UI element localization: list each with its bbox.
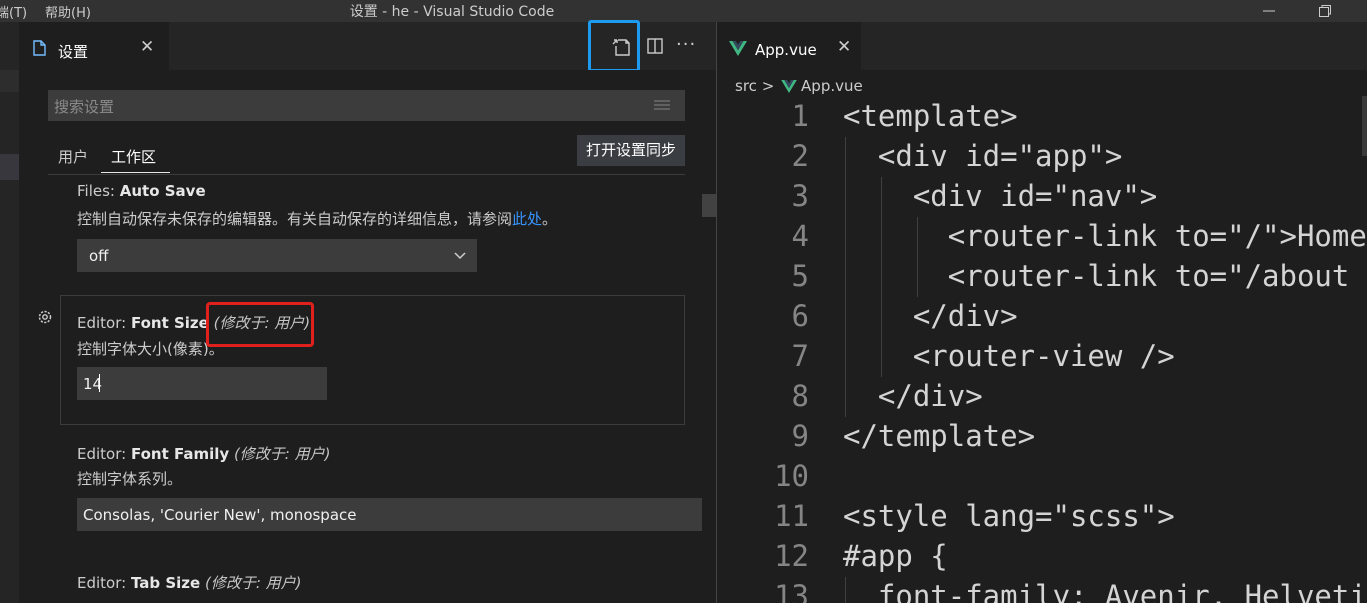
scope-tab-user[interactable]: 用户 bbox=[58, 146, 88, 167]
highlight-box-blue bbox=[588, 20, 640, 72]
breadcrumb-separator: > bbox=[761, 77, 775, 95]
text-cursor bbox=[99, 374, 100, 392]
code-line: 8 </div> bbox=[717, 377, 1367, 417]
restore-button[interactable] bbox=[1302, 0, 1348, 22]
vertical-scrollbar[interactable] bbox=[1362, 96, 1367, 156]
line-number: 8 bbox=[791, 379, 809, 413]
scrollbar-thumb[interactable] bbox=[702, 194, 716, 217]
gear-icon[interactable] bbox=[36, 308, 54, 326]
code-line: 1 <template> bbox=[717, 97, 1367, 137]
more-actions-icon[interactable]: ··· bbox=[676, 34, 696, 55]
code-editor-group: App.vue ✕ src > App.vue 1 <template> 2 <d… bbox=[717, 22, 1367, 603]
open-settings-sync-button[interactable]: 打开设置同步 bbox=[577, 135, 685, 166]
line-number: 9 bbox=[791, 419, 809, 453]
line-number: 6 bbox=[791, 299, 809, 333]
tab-settings-label: 设置 bbox=[58, 43, 89, 61]
chevron-down-icon bbox=[454, 252, 466, 260]
split-editor-icon bbox=[647, 38, 663, 54]
setting-title-font-family: Editor: Font Family (修改于: 用户) bbox=[77, 445, 331, 463]
code-line: 5 <router-link to="/about bbox=[717, 257, 1367, 297]
line-number: 12 bbox=[774, 539, 809, 573]
font-family-input[interactable]: Consolas, 'Courier New', monospace bbox=[77, 498, 702, 531]
line-text: </template> bbox=[843, 419, 1036, 453]
code-line: 11 <style lang="scss"> bbox=[717, 497, 1367, 537]
restore-icon bbox=[1319, 5, 1331, 17]
sidebar-strip bbox=[0, 22, 19, 603]
setting-desc-font-size: 控制字体大小(像素)。 bbox=[77, 340, 224, 358]
breadcrumb-folder[interactable]: src bbox=[735, 77, 757, 95]
line-text: <style lang="scss"> bbox=[843, 499, 1175, 533]
code-line: 13 font-family: Avenir, Helvetica bbox=[717, 577, 1367, 603]
line-text: </div> bbox=[843, 379, 983, 413]
code-line: 2 <div id="app"> bbox=[717, 137, 1367, 177]
line-number: 5 bbox=[791, 259, 809, 293]
setting-title-tab-size: Editor: Tab Size (修改于: 用户) bbox=[77, 574, 302, 592]
code-line: 3 <div id="nav"> bbox=[717, 177, 1367, 217]
vue-logo-icon bbox=[729, 41, 747, 56]
code-line: 6 </div> bbox=[717, 297, 1367, 337]
setting-title-auto-save: Files: Auto Save bbox=[77, 182, 206, 198]
close-icon[interactable]: ✕ bbox=[837, 37, 851, 57]
line-number: 4 bbox=[791, 219, 809, 253]
line-number: 10 bbox=[774, 459, 809, 493]
scope-divider bbox=[48, 174, 685, 175]
line-text: <router-view /> bbox=[843, 339, 1175, 373]
split-editor-button[interactable] bbox=[641, 32, 669, 60]
tab-bar: 设置 ✕ ··· bbox=[19, 20, 716, 72]
scope-active-underline bbox=[101, 172, 170, 173]
line-number: 1 bbox=[791, 99, 809, 133]
line-text: <router-link to="/about bbox=[843, 259, 1350, 293]
window-title: 设置 - he - Visual Studio Code bbox=[349, 4, 555, 20]
title-bar: 端(T) 帮助(H) 设置 - he - Visual Studio Code bbox=[0, 0, 1367, 22]
setting-desc-font-family: 控制字体系列。 bbox=[77, 470, 183, 488]
modified-indicator[interactable]: (修改于: 用户) bbox=[234, 445, 331, 463]
clear-filter-icon[interactable] bbox=[653, 99, 671, 113]
line-text: <template> bbox=[843, 99, 1018, 133]
tab-app-vue-label: App.vue bbox=[755, 41, 817, 59]
tab-bar-right: App.vue ✕ bbox=[717, 22, 1367, 70]
line-number: 7 bbox=[791, 339, 809, 373]
tab-app-vue[interactable]: App.vue ✕ bbox=[717, 22, 861, 70]
search-placeholder: 搜索设置 bbox=[54, 98, 115, 116]
minimize-button[interactable] bbox=[1246, 0, 1292, 22]
code-line: 10 bbox=[717, 457, 1367, 497]
line-text: <router-link to="/">Home bbox=[843, 219, 1367, 253]
font-family-value: Consolas, 'Courier New', monospace bbox=[83, 506, 357, 524]
close-icon[interactable]: ✕ bbox=[140, 37, 154, 57]
file-icon bbox=[33, 40, 46, 56]
font-size-input[interactable]: 14 bbox=[77, 367, 327, 400]
minimize-icon bbox=[1263, 10, 1275, 12]
line-number: 13 bbox=[774, 579, 809, 603]
scope-tab-workspace[interactable]: 工作区 bbox=[111, 146, 156, 167]
line-number: 3 bbox=[791, 179, 809, 213]
breadcrumb: src > App.vue bbox=[735, 77, 863, 95]
tab-settings[interactable]: 设置 ✕ bbox=[19, 22, 169, 70]
code-line: 7 <router-view /> bbox=[717, 337, 1367, 377]
line-text: </div> bbox=[843, 299, 1018, 333]
settings-header: 搜索设置 用户 工作区 打开设置同步 bbox=[19, 70, 716, 192]
line-text: <div id="nav"> bbox=[843, 179, 1158, 213]
modified-indicator[interactable]: (修改于: 用户) bbox=[205, 574, 302, 592]
details-link[interactable]: 此处 bbox=[512, 210, 542, 228]
settings-search-input[interactable]: 搜索设置 bbox=[48, 90, 685, 121]
code-line: 12 #app { bbox=[717, 537, 1367, 577]
breadcrumb-file[interactable]: App.vue bbox=[801, 77, 863, 95]
line-number: 11 bbox=[774, 499, 809, 533]
line-number: 2 bbox=[791, 139, 809, 173]
vue-logo-icon bbox=[781, 80, 797, 93]
code-line: 4 <router-link to="/">Home bbox=[717, 217, 1367, 257]
settings-editor-group: 设置 ✕ ··· 搜索设置 用户 工作区 打开设置同步 Files: Auto … bbox=[19, 20, 716, 603]
sidebar-strip-selected-item[interactable] bbox=[0, 154, 19, 180]
code-line: 9 </template> bbox=[717, 417, 1367, 457]
line-text: #app { bbox=[843, 539, 948, 573]
sidebar-strip-header bbox=[0, 70, 19, 92]
auto-save-value: off bbox=[89, 247, 109, 265]
line-text: <div id="app"> bbox=[843, 139, 1123, 173]
setting-desc-auto-save: 控制自动保存未保存的编辑器。有关自动保存的详细信息，请参阅此处。 bbox=[77, 210, 558, 228]
auto-save-dropdown[interactable]: off bbox=[77, 239, 477, 272]
line-text: font-family: Avenir, Helvetica bbox=[843, 579, 1367, 603]
